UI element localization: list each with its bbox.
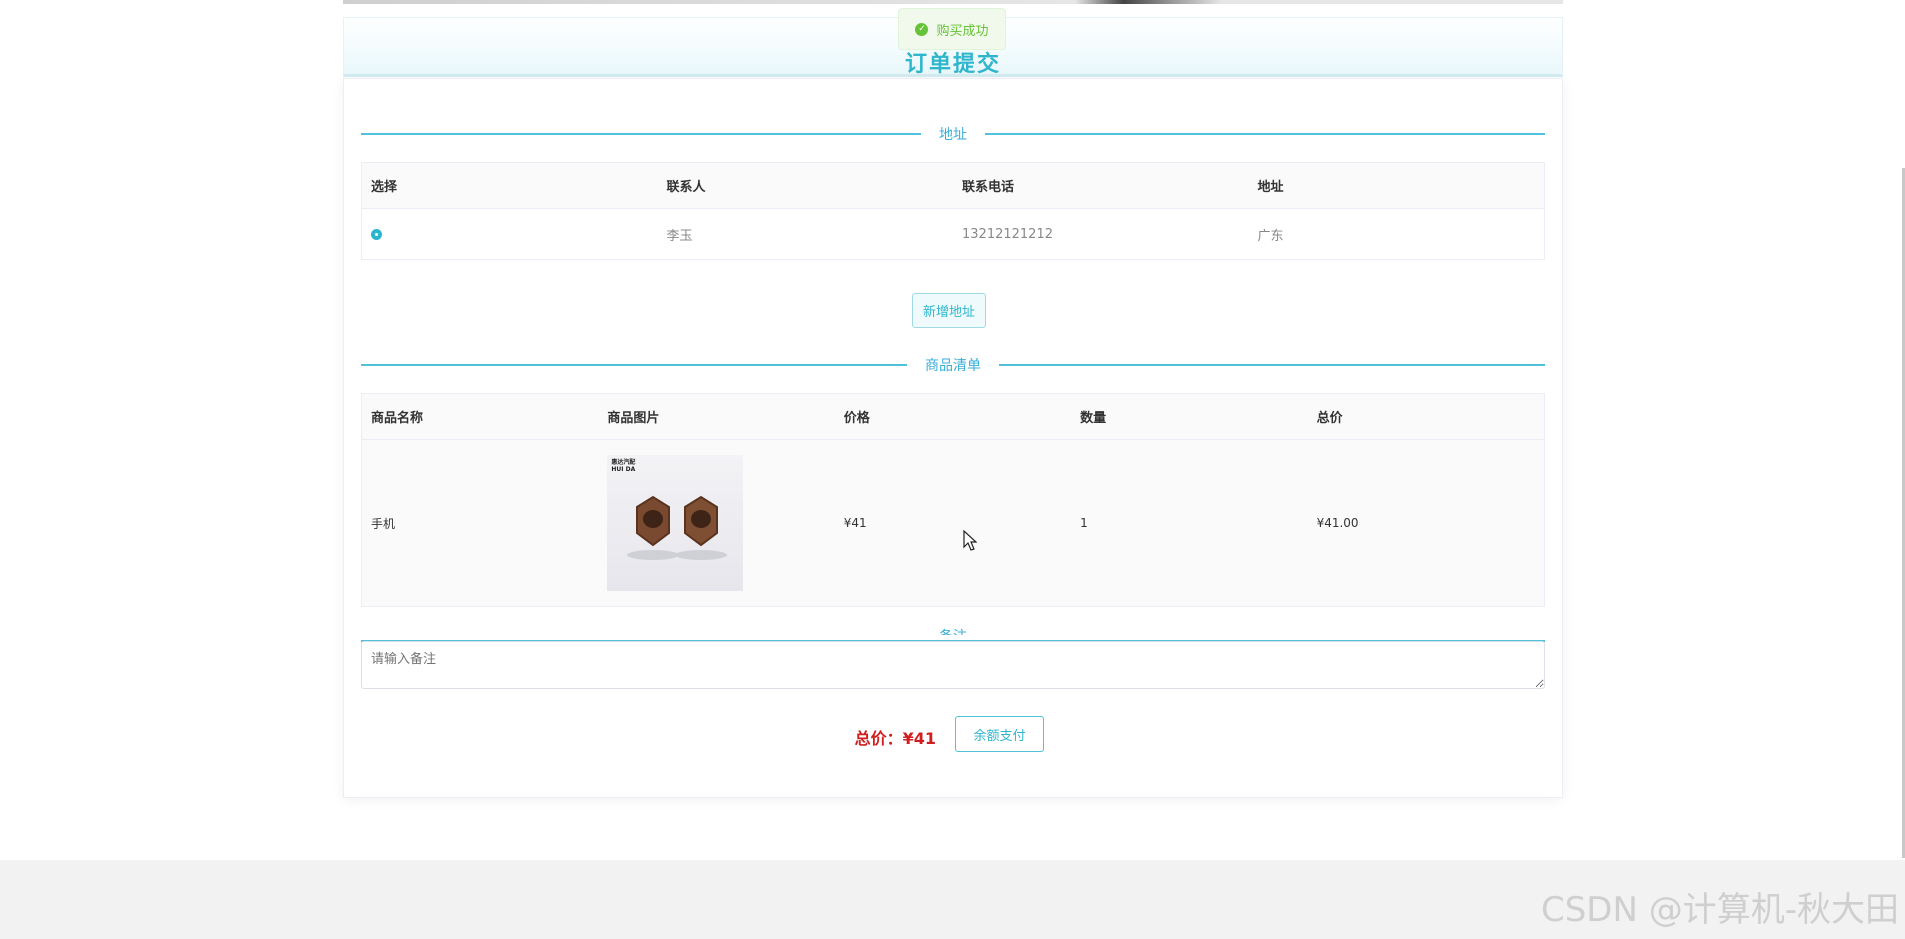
- page-title: 订单提交: [904, 52, 1001, 77]
- balance-pay-button[interactable]: 余额支付: [955, 716, 1044, 752]
- address-cell: 广东: [1257, 228, 1284, 244]
- address-table: 选择 联系人 联系电话 地址 李玉 13212121212 广东: [361, 162, 1545, 260]
- product-image: 惠达汽配 HUI DA: [607, 455, 744, 591]
- address-divider: 地址: [361, 124, 1545, 144]
- table-row[interactable]: 李玉 13212121212 广东: [362, 209, 1544, 259]
- phone-cell: 13212121212: [962, 226, 1053, 242]
- top-banner-strip: [343, 0, 1563, 4]
- quantity-cell: 1: [1080, 516, 1088, 530]
- remark-input[interactable]: [361, 641, 1545, 689]
- remark-section-label: 备注: [921, 626, 985, 635]
- goods-divider: 商品清单: [361, 355, 1545, 375]
- total-label: 总价：: [854, 729, 903, 748]
- column-header-select: 选择: [371, 180, 398, 195]
- success-toast: ✓ 购买成功: [898, 8, 1006, 50]
- product-name-cell: 手机: [371, 516, 396, 531]
- column-header-quantity: 数量: [1080, 411, 1107, 426]
- goods-section-label: 商品清单: [907, 355, 999, 375]
- column-header-phone: 联系电话: [962, 180, 1015, 195]
- address-section-label: 地址: [921, 124, 985, 144]
- toast-message: 购买成功: [936, 23, 989, 39]
- page-footer: CSDN @计算机-秋大田: [0, 860, 1905, 939]
- product-image-cell: 惠达汽配 HUI DA: [598, 440, 834, 606]
- address-select-cell: [362, 209, 658, 259]
- add-address-button[interactable]: 新增地址: [912, 293, 986, 328]
- contact-cell: 李玉: [666, 228, 693, 244]
- price-cell: ¥41: [843, 516, 867, 530]
- address-radio[interactable]: [371, 228, 382, 240]
- product-image-brand: 惠达汽配 HUI DA: [611, 459, 636, 473]
- column-header-contact: 联系人: [666, 180, 706, 195]
- table-row: 手机 惠达汽配 HUI DA ¥41 1 ¥41.00: [362, 440, 1544, 606]
- column-header-total: 总价: [1316, 411, 1343, 426]
- check-circle-icon: ✓: [915, 22, 929, 36]
- address-table-header: 选择 联系人 联系电话 地址: [362, 163, 1544, 209]
- goods-table: 商品名称 商品图片 价格 数量 总价 手机 惠达汽配 HUI DA ¥41 1 …: [361, 393, 1545, 607]
- column-header-address: 地址: [1257, 180, 1284, 195]
- subtotal-cell: ¥41.00: [1316, 516, 1359, 530]
- column-header-product-name: 商品名称: [371, 411, 424, 426]
- total-value: ¥41: [902, 729, 936, 748]
- goods-table-header: 商品名称 商品图片 价格 数量 总价: [362, 394, 1544, 440]
- column-header-price: 价格: [843, 411, 870, 426]
- mouse-pointer-icon: [963, 530, 977, 551]
- order-total: 总价：¥41: [855, 725, 936, 749]
- watermark-text: CSDN @计算机-秋大田: [1540, 890, 1899, 930]
- hex-nut-pair-icon: [627, 495, 728, 560]
- column-header-product-image: 商品图片: [607, 411, 660, 426]
